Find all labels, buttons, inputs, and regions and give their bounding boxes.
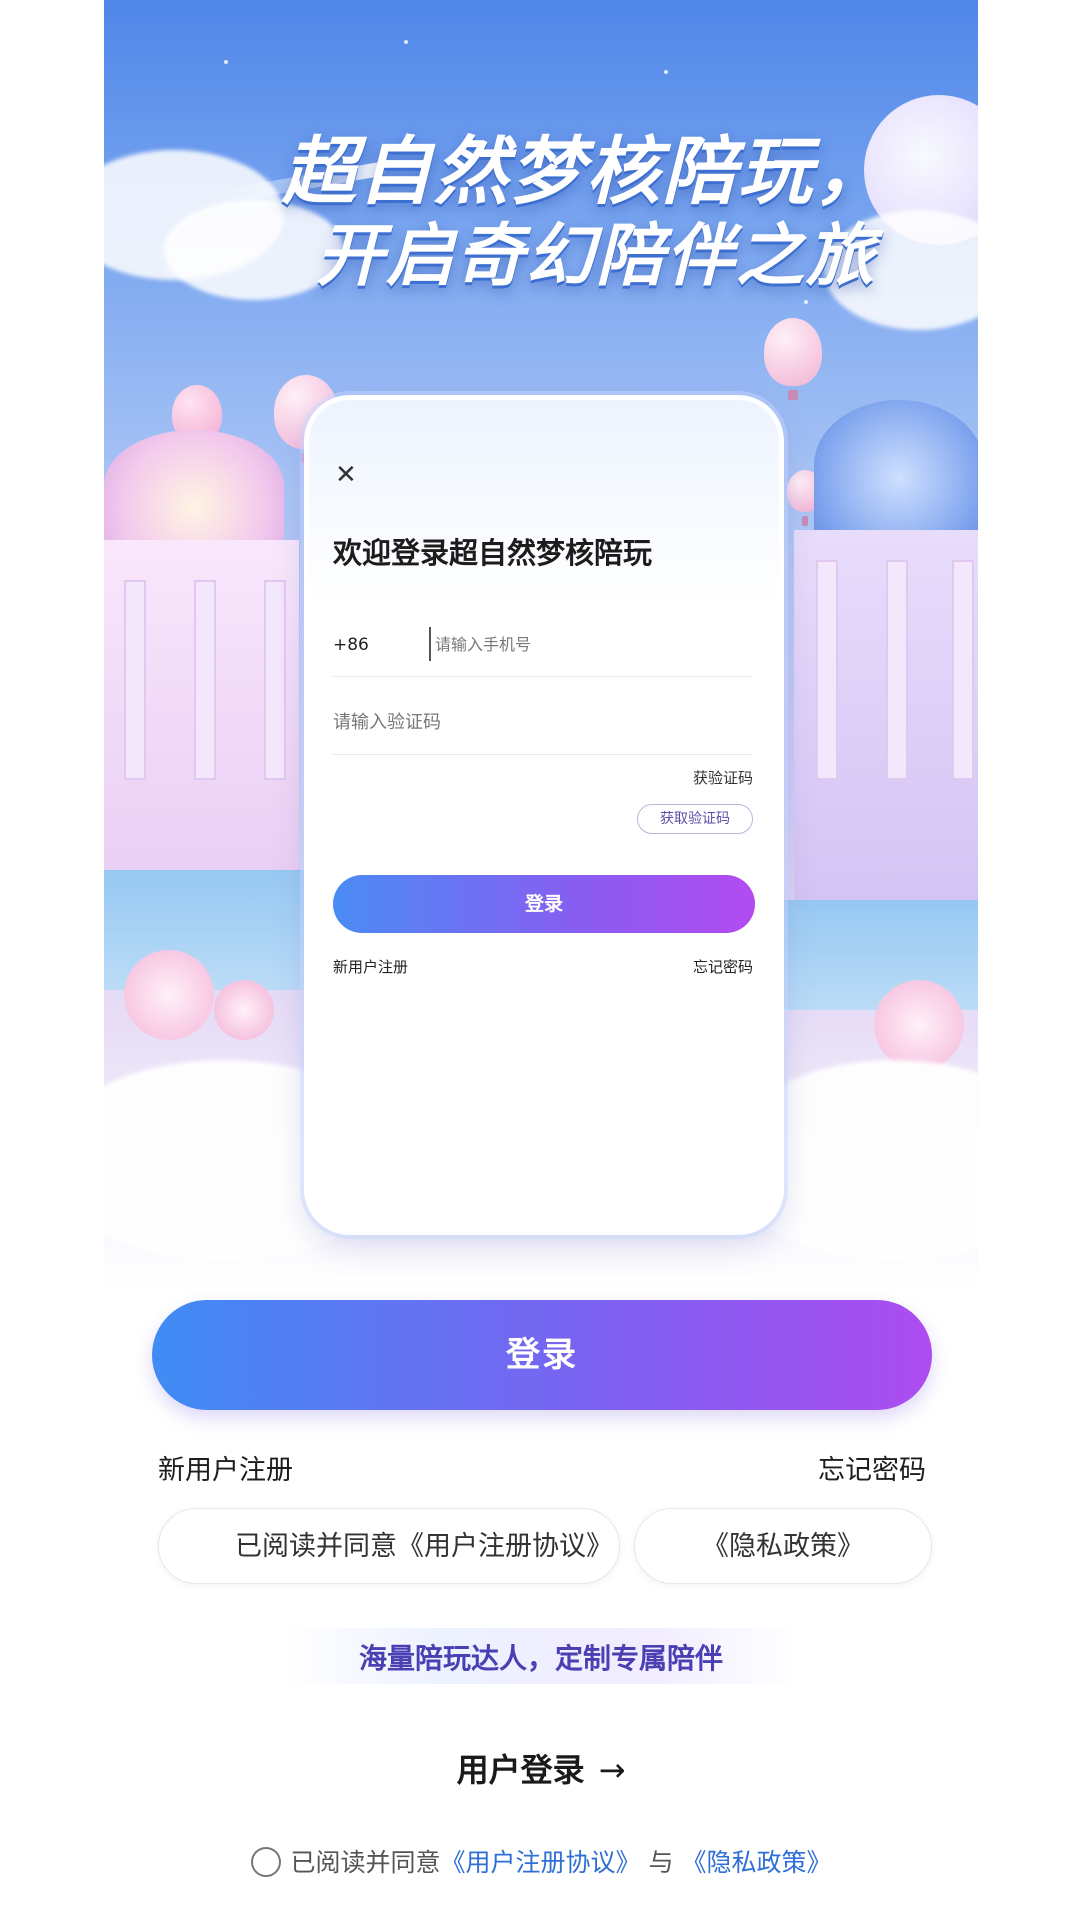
phone-number-row: +86 (333, 615, 753, 677)
user-agreement-pill[interactable]: 已阅读并同意《用户注册协议》 (158, 1508, 620, 1584)
phone-fade-overlay (309, 1010, 779, 1230)
phone-number-input[interactable] (429, 627, 729, 661)
flower-decoration (214, 980, 274, 1040)
consent-conjunction: 与 (648, 1848, 674, 1877)
forgot-password-link[interactable]: 忘记密码 (818, 1448, 926, 1487)
hero-illustration: 超自然梦核陪玩， 开启奇幻陪伴之旅 ✕ 欢迎登录超自然梦核陪玩 +86 获验证码… (104, 0, 978, 1290)
user-agreement-link[interactable]: 《用户注册协议》 (441, 1848, 641, 1877)
consent-radio[interactable] (250, 1847, 281, 1877)
verification-code-input[interactable] (333, 705, 633, 739)
user-login-label: 用户登录 (456, 1751, 585, 1789)
user-login-link[interactable]: 用户登录 → (104, 1745, 978, 1791)
flower-decoration (124, 950, 214, 1040)
register-link[interactable]: 新用户注册 (158, 1448, 293, 1487)
star-decoration (664, 70, 668, 74)
hero-title-line2: 开启奇幻陪伴之旅 (315, 217, 876, 296)
welcome-title: 欢迎登录超自然梦核陪玩 (333, 536, 653, 570)
phone-register-link[interactable]: 新用户注册 (333, 956, 408, 977)
privacy-policy-link[interactable]: 《隐私政策》 (681, 1848, 831, 1877)
close-icon[interactable]: ✕ (335, 462, 357, 488)
star-decoration (224, 60, 228, 64)
get-code-link[interactable]: 获验证码 (693, 767, 753, 788)
phone-forgot-password-link[interactable]: 忘记密码 (693, 956, 753, 977)
slogan-text: 海量陪玩达人，定制专属陪伴 (358, 1642, 723, 1675)
star-decoration (804, 300, 808, 304)
phone-mockup: ✕ 欢迎登录超自然梦核陪玩 +86 获验证码 获取验证码 登录 新用户注册 忘记… (304, 395, 784, 1235)
verification-code-row (333, 693, 753, 755)
consent-row: 已阅读并同意《用户注册协议》 与 《隐私政策》 (104, 1843, 978, 1879)
country-code[interactable]: +86 (333, 635, 369, 655)
consent-prefix: 已阅读并同意 (290, 1848, 441, 1877)
privacy-policy-pill[interactable]: 《隐私政策》 (634, 1508, 932, 1584)
arrow-right-icon: → (598, 1751, 626, 1789)
hot-air-balloon-decoration (764, 318, 822, 400)
login-button[interactable]: 登录 (152, 1300, 932, 1410)
phone-login-button[interactable]: 登录 (333, 875, 755, 933)
flower-decoration (874, 980, 964, 1070)
get-code-button[interactable]: 获取验证码 (637, 804, 753, 834)
login-page: 超自然梦核陪玩， 开启奇幻陪伴之旅 ✕ 欢迎登录超自然梦核陪玩 +86 获验证码… (104, 0, 978, 1920)
star-decoration (404, 40, 408, 44)
